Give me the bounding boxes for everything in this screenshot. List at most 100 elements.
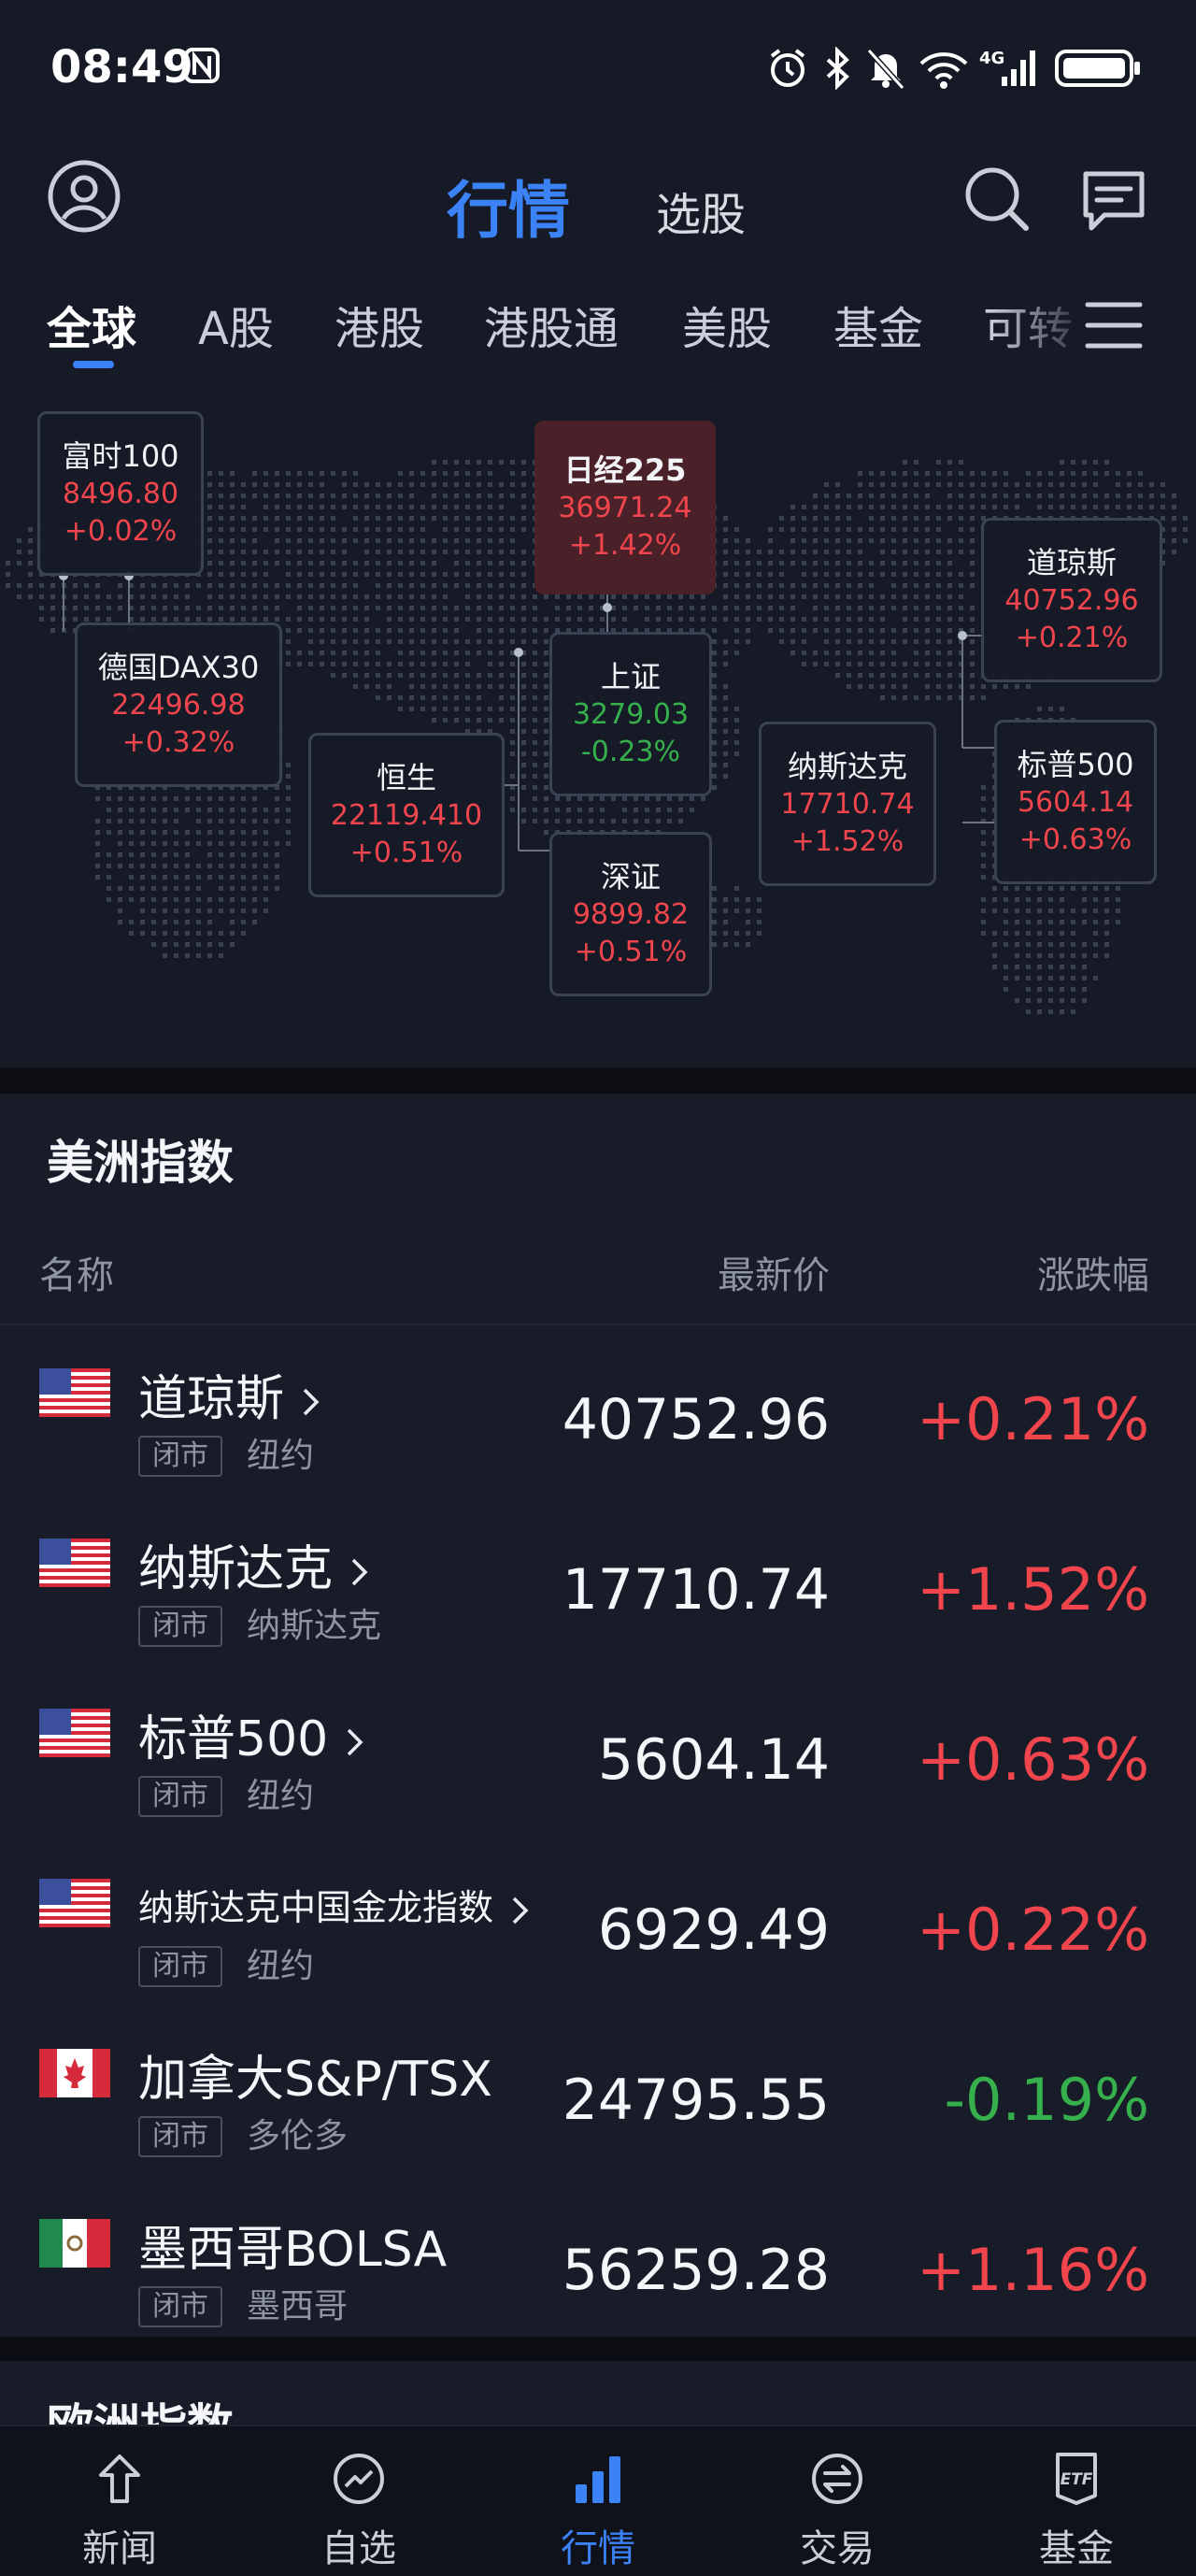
map-card-ftse100[interactable]: 富时100 8496.80 +0.02% xyxy=(37,411,204,576)
nav-fund[interactable]: ETF 基金 xyxy=(957,2426,1196,2576)
world-index-map: 富时100 8496.80 +0.02% 日经225 36971.24 +1.4… xyxy=(0,393,1196,1066)
map-card-change: +0.51% xyxy=(349,837,463,869)
index-row-dow-jones[interactable]: 道琼斯 闭市 纽约 40752.96 +0.21% xyxy=(0,1335,1196,1505)
map-card-shenzhen[interactable]: 深证 9899.82 +0.51% xyxy=(549,832,712,996)
nav-label: 基金 xyxy=(1039,2527,1114,2570)
nav-market[interactable]: 行情 xyxy=(478,2426,718,2576)
index-row-sp500[interactable]: 标普500 闭市 纽约 5604.14 +0.63% xyxy=(0,1675,1196,1845)
map-card-name: 日经225 xyxy=(563,452,687,488)
index-name: 道琼斯 xyxy=(138,1359,321,1429)
map-card-change: -0.23% xyxy=(580,736,681,768)
alarm-icon xyxy=(770,49,805,87)
nav-trade[interactable]: 交易 xyxy=(718,2426,957,2576)
exchange-label: 纳斯达克 xyxy=(247,1607,382,1645)
index-change: +0.63% xyxy=(917,1725,1149,1794)
column-header-name: 名称 xyxy=(39,1254,114,1297)
index-row-sp-tsx[interactable]: 加拿大S&P/TSX 闭市 多伦多 24795.55 -0.19% xyxy=(0,2015,1196,2185)
tab-a-shares[interactable]: A股 xyxy=(198,292,274,357)
tab-hk-stocks[interactable]: 港股 xyxy=(335,292,424,357)
tab-fade xyxy=(990,280,1093,374)
map-card-sp500[interactable]: 标普500 5604.14 +0.63% xyxy=(994,720,1157,884)
map-card-name: 纳斯达克 xyxy=(787,749,907,784)
index-price: 5604.14 xyxy=(597,1727,830,1793)
tab-hk-connect[interactable]: 港股通 xyxy=(484,292,619,357)
map-card-name: 德国DAX30 xyxy=(97,650,260,685)
nav-label: 行情 xyxy=(561,2527,635,2570)
index-row-nasdaq[interactable]: 纳斯达克 闭市 纳斯达克 17710.74 +1.52% xyxy=(0,1505,1196,1675)
tab-funds[interactable]: 基金 xyxy=(833,292,923,357)
map-card-change: +0.02% xyxy=(64,515,178,548)
tab-global[interactable]: 全球 xyxy=(47,292,136,357)
index-name: 墨西哥BOLSA xyxy=(138,2222,448,2278)
map-card-change: +0.51% xyxy=(574,936,688,968)
nav-label: 新闻 xyxy=(82,2527,157,2570)
exchange-label: 多伦多 xyxy=(247,2117,349,2155)
index-row-nasdaq-golden-dragon[interactable]: 纳斯达克中国金龙指数 闭市 纽约 6929.49 +0.22% xyxy=(0,1845,1196,2015)
map-card-nasdaq[interactable]: 纳斯达克 17710.74 +1.52% xyxy=(759,722,936,886)
user-avatar-icon[interactable] xyxy=(47,159,121,234)
search-icon[interactable] xyxy=(962,165,1030,232)
map-card-dow-jones[interactable]: 道琼斯 40752.96 +0.21% xyxy=(981,518,1162,682)
map-card-name: 恒生 xyxy=(376,760,436,795)
map-card-price: 3279.03 xyxy=(572,698,690,731)
section-divider xyxy=(0,2337,1196,2361)
index-change: +1.52% xyxy=(917,1555,1149,1624)
index-price: 24795.55 xyxy=(562,2068,830,2133)
bottom-navigation: 新闻 自选 行情 交易 ETF 基金 xyxy=(0,2425,1196,2576)
nav-watchlist[interactable]: 自选 xyxy=(239,2426,478,2576)
map-card-price: 36971.24 xyxy=(558,492,692,524)
index-price: 17710.74 xyxy=(562,1557,830,1623)
map-card-shanghai[interactable]: 上证 3279.03 -0.23% xyxy=(549,632,712,796)
bluetooth-icon xyxy=(826,47,849,90)
map-card-price: 8496.80 xyxy=(62,478,179,510)
exchange-label: 纽约 xyxy=(247,1947,315,1985)
map-card-dax30[interactable]: 德国DAX30 22496.98 +0.32% xyxy=(75,623,282,787)
chevron-right-icon xyxy=(348,1728,363,1756)
exchange-label: 纽约 xyxy=(247,1437,315,1475)
index-row-mexico-bolsa[interactable]: 墨西哥BOLSA 闭市 墨西哥 56259.28 +1.16% xyxy=(0,2185,1196,2355)
map-card-change: +0.63% xyxy=(1018,823,1132,856)
network-type-label: 4G xyxy=(979,49,1004,68)
market-icon xyxy=(576,2456,620,2503)
index-change: +1.16% xyxy=(917,2236,1149,2304)
exchange-label: 墨西哥 xyxy=(247,2287,349,2326)
map-card-change: +0.21% xyxy=(1015,622,1129,654)
exchange-label: 纽约 xyxy=(247,1777,315,1815)
tab-market-quotes[interactable]: 行情 xyxy=(447,161,570,250)
canada-flag-icon xyxy=(39,2049,110,2097)
column-header-price[interactable]: 最新价 xyxy=(718,1245,830,1299)
tab-us-stocks[interactable]: 美股 xyxy=(682,292,772,357)
map-card-nikkei225[interactable]: 日经225 36971.24 +1.42% xyxy=(534,421,716,594)
active-tab-indicator xyxy=(73,361,114,368)
map-card-price: 17710.74 xyxy=(780,788,915,821)
market-status-badge: 闭市 xyxy=(138,1776,222,1817)
index-name: 标普500 xyxy=(138,1699,365,1769)
news-icon xyxy=(99,2454,140,2503)
index-name: 加拿大S&P/TSX xyxy=(138,2052,492,2108)
nav-label: 交易 xyxy=(800,2527,875,2570)
map-card-price: 22496.98 xyxy=(111,689,246,722)
column-header-change[interactable]: 涨跌幅 xyxy=(1037,1245,1149,1299)
map-card-name: 富时100 xyxy=(62,438,179,474)
us-flag-icon xyxy=(39,1709,110,1757)
us-flag-icon xyxy=(39,1538,110,1587)
section-divider xyxy=(0,1067,1196,1094)
map-card-hang-seng[interactable]: 恒生 22119.410 +0.51% xyxy=(308,733,505,897)
menu-icon[interactable] xyxy=(1084,297,1144,353)
americas-indices-section: 美洲指数 名称 最新价 涨跌幅 道琼斯 闭市 纽约 40752.96 +0.21… xyxy=(0,1094,1196,2337)
market-status-badge: 闭市 xyxy=(138,2116,222,2157)
nav-news[interactable]: 新闻 xyxy=(0,2426,239,2576)
status-bar: 08:49 4G xyxy=(0,0,1196,140)
market-tab-bar: 全球 A股 港股 港股通 美股 基金 可转 xyxy=(0,280,1196,374)
cellular-signal-icon: 4G xyxy=(979,49,1035,86)
tab-stock-picker[interactable]: 选股 xyxy=(656,178,746,243)
nav-label: 自选 xyxy=(321,2527,396,2570)
market-status-badge: 闭市 xyxy=(138,2286,222,2327)
index-change: +0.22% xyxy=(917,1896,1149,1964)
map-card-change: +1.42% xyxy=(568,529,682,562)
map-card-change: +0.32% xyxy=(121,726,235,759)
mute-bell-icon xyxy=(866,48,905,90)
index-change: +0.21% xyxy=(917,1385,1149,1453)
index-name: 纳斯达克 xyxy=(138,1529,370,1599)
message-icon[interactable] xyxy=(1080,168,1147,234)
